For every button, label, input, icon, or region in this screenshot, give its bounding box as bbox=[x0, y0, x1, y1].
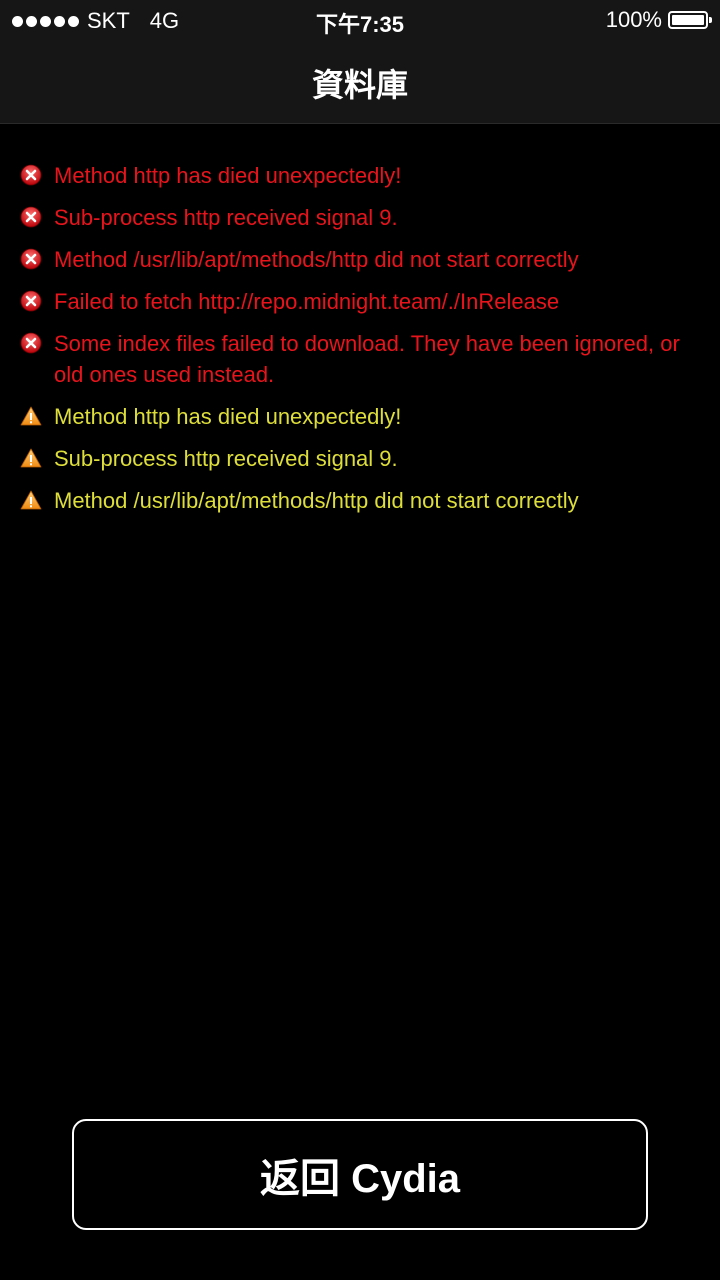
navigation-bar: 資料庫 bbox=[0, 40, 720, 124]
message-text: Method /usr/lib/apt/methods/http did not… bbox=[54, 247, 579, 272]
page-title: 資料庫 bbox=[311, 67, 408, 103]
message-text: Sub-process http received signal 9. bbox=[54, 205, 398, 230]
error-message: Method /usr/lib/apt/methods/http did not… bbox=[20, 244, 700, 275]
warning-triangle-icon bbox=[20, 448, 42, 468]
message-text: Method http has died unexpectedly! bbox=[54, 163, 402, 188]
error-message: Some index files failed to download. The… bbox=[20, 328, 700, 390]
error-message: Method http has died unexpectedly! bbox=[20, 160, 700, 191]
error-x-icon bbox=[20, 206, 42, 228]
warning-message: Method http has died unexpectedly! bbox=[20, 401, 700, 432]
warning-triangle-icon bbox=[20, 490, 42, 510]
status-right: 100% bbox=[605, 7, 712, 33]
error-x-icon bbox=[20, 164, 42, 186]
message-text: Failed to fetch http://repo.midnight.tea… bbox=[54, 289, 560, 314]
warning-message: Method /usr/lib/apt/methods/http did not… bbox=[20, 485, 700, 516]
screen: SKT 4G 下午7:35 100% 資料庫 Method http has d… bbox=[0, 0, 720, 1280]
message-list: Method http has died unexpectedly! Sub-pr… bbox=[20, 160, 700, 527]
message-text: Method /usr/lib/apt/methods/http did not… bbox=[54, 488, 579, 513]
error-message: Sub-process http received signal 9. bbox=[20, 202, 700, 233]
message-text: Method http has died unexpectedly! bbox=[54, 404, 402, 429]
return-to-cydia-button[interactable]: 返回 Cydia bbox=[72, 1119, 648, 1230]
battery-percent: 100% bbox=[605, 7, 662, 32]
message-text: Some index files failed to download. The… bbox=[54, 331, 680, 387]
warning-message: Sub-process http received signal 9. bbox=[20, 443, 700, 474]
message-text: Sub-process http received signal 9. bbox=[54, 446, 398, 471]
status-bar: SKT 4G 下午7:35 100% bbox=[0, 0, 720, 40]
warning-triangle-icon bbox=[20, 406, 42, 426]
error-x-icon bbox=[20, 332, 42, 354]
error-x-icon bbox=[20, 290, 42, 312]
error-x-icon bbox=[20, 248, 42, 270]
error-message: Failed to fetch http://repo.midnight.tea… bbox=[20, 286, 700, 317]
battery-icon bbox=[668, 11, 712, 29]
